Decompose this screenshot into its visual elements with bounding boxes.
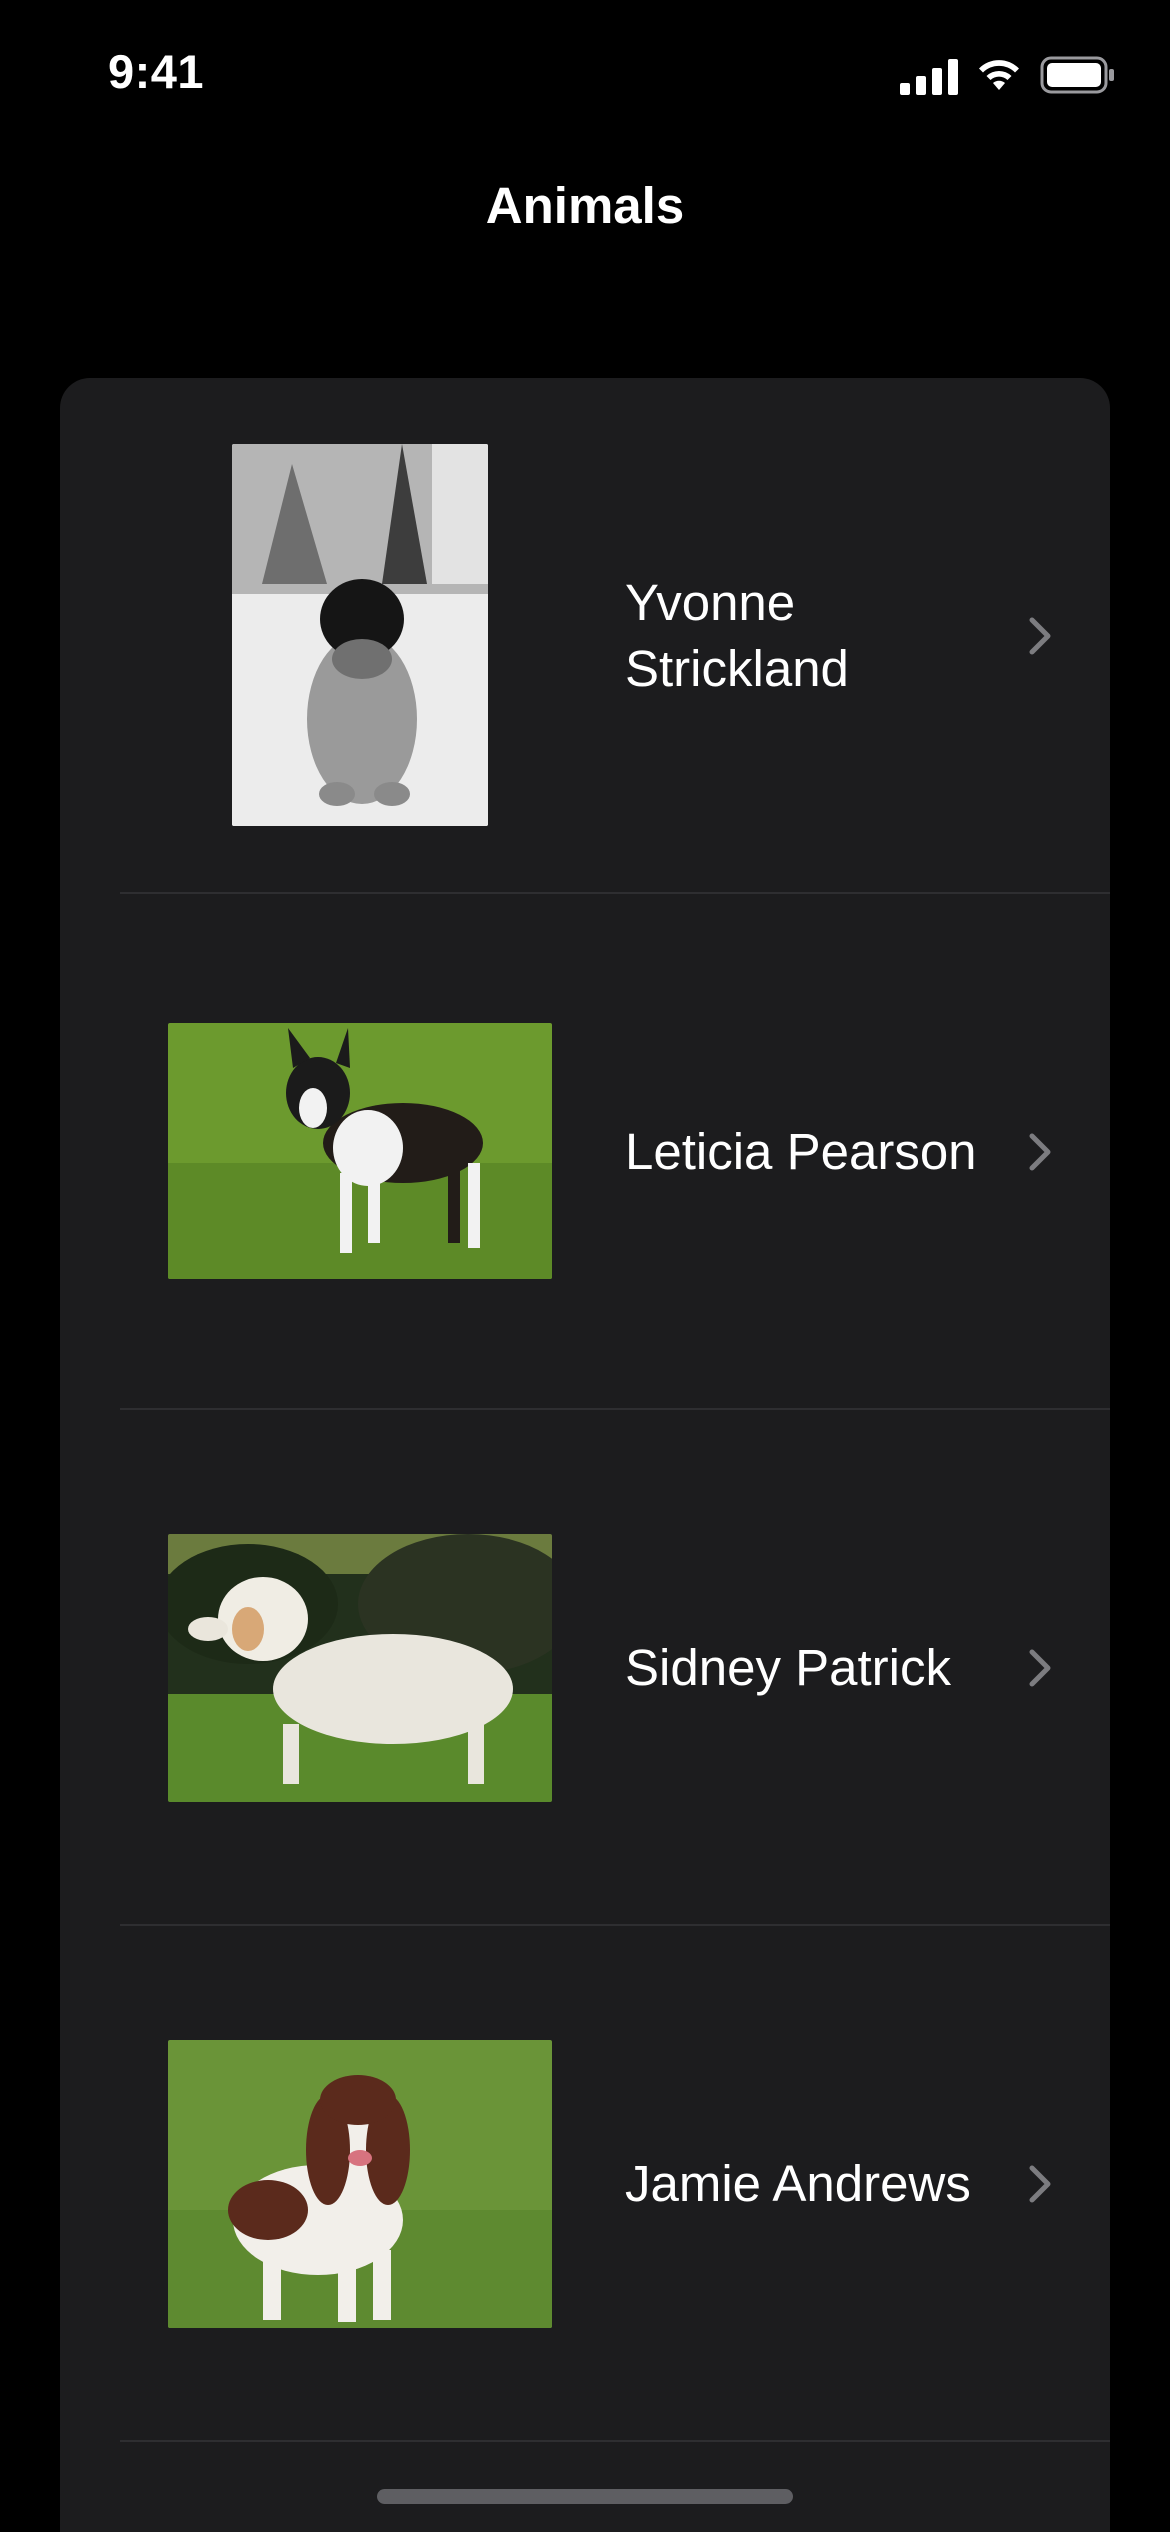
chevron-right-icon (1029, 617, 1051, 655)
cellular-signal-icon (900, 55, 958, 95)
chevron-right-icon (1029, 1133, 1051, 1171)
dog-photo-thumbnail (168, 1023, 552, 1279)
page-title: Animals (485, 177, 685, 234)
battery-icon (1040, 56, 1114, 94)
status-icons (900, 50, 1116, 100)
chevron-right-icon (1029, 1649, 1051, 1687)
app-screen: 9:41 Animals Yvonne Strickland Leticia P… (0, 0, 1170, 2532)
list-item[interactable]: Leticia Pearson (60, 894, 1110, 1410)
row-separator (120, 2440, 1110, 2442)
dog-photo-thumbnail (168, 1534, 552, 1802)
list-item[interactable]: Jamie Andrews (60, 1926, 1110, 2442)
animal-list: Yvonne Strickland Leticia Pearson Sidney… (60, 378, 1110, 2532)
list-item[interactable]: Yvonne Strickland (60, 378, 1110, 894)
list-item[interactable]: Sidney Patrick (60, 1410, 1110, 1926)
dog-photo-thumbnail (232, 444, 488, 826)
home-indicator[interactable] (377, 2489, 793, 2504)
list-item-name: Leticia Pearson (625, 1123, 977, 1180)
status-time: 9:41 (108, 45, 205, 98)
list-item-name: Jamie Andrews (625, 2155, 971, 2212)
list-item-name: Yvonne Strickland (625, 574, 849, 697)
wifi-icon (979, 60, 1019, 90)
dog-photo-thumbnail (168, 2040, 552, 2328)
status-bar: 9:41 (0, 0, 1170, 150)
chevron-right-icon (1029, 2165, 1051, 2203)
list-item-name: Sidney Patrick (625, 1639, 951, 1696)
